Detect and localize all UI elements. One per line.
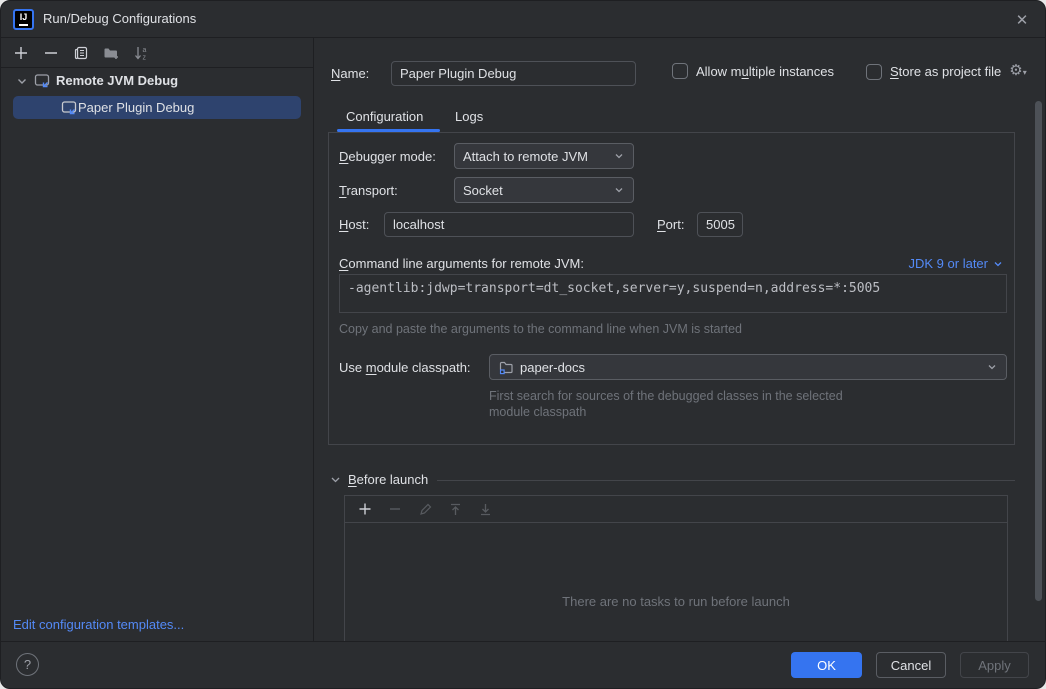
allow-multiple-instances-label: Allow multiple instances — [696, 64, 834, 79]
remove-task-button[interactable] — [385, 499, 405, 519]
host-input[interactable]: localhost — [384, 212, 634, 237]
add-configuration-button[interactable] — [11, 43, 31, 63]
move-down-icon[interactable] — [475, 499, 495, 519]
sort-alphabetically-icon[interactable]: a z — [131, 43, 151, 63]
configuration-tab-panel: Debugger mode: Attach to remote JVM Tran… — [328, 132, 1015, 445]
jdk-version-selector[interactable]: JDK 9 or later — [909, 256, 1004, 271]
store-as-project-file-label: Store as project file — [890, 64, 1001, 79]
allow-multiple-instances-checkbox[interactable]: Allow multiple instances — [672, 63, 834, 79]
transport-select[interactable]: Socket — [454, 177, 634, 203]
before-launch-label: Before launch — [348, 472, 428, 487]
store-settings-gear-icon[interactable]: ⚙▾ — [1009, 63, 1026, 80]
move-up-icon[interactable] — [445, 499, 465, 519]
tree-group-label: Remote JVM Debug — [56, 73, 178, 88]
configuration-editor: Name: Paper Plugin Debug Allow multiple … — [315, 38, 1046, 642]
module-classpath-hint-line1: First search for sources of the debugged… — [489, 389, 843, 403]
tree-item-label: Paper Plugin Debug — [78, 100, 194, 115]
apply-button: Apply — [960, 652, 1029, 678]
port-label: Port: — [657, 217, 684, 232]
module-classpath-select[interactable]: paper-docs — [489, 354, 1007, 380]
module-classpath-hint-line2: module classpath — [489, 405, 586, 419]
module-classpath-label: Use module classpath: — [339, 360, 471, 375]
checkbox-icon — [672, 63, 688, 79]
before-launch-empty-text: There are no tasks to run before launch — [345, 594, 1007, 609]
tree-item-paper-plugin-debug[interactable]: Paper Plugin Debug — [13, 96, 301, 119]
chevron-down-icon — [986, 361, 998, 373]
dialog-title: Run/Debug Configurations — [43, 11, 196, 26]
module-icon — [498, 360, 514, 375]
configurations-sidebar: a z Remote JVM Debug Paper Plugin Debug … — [1, 38, 314, 642]
transport-label: Transport: — [339, 183, 398, 198]
vertical-scrollbar[interactable] — [1035, 101, 1042, 601]
before-launch-toolbar — [345, 496, 1007, 523]
close-icon[interactable]: ✕ — [1011, 9, 1033, 31]
sidebar-toolbar: a z — [1, 38, 313, 68]
edit-task-icon[interactable] — [415, 499, 435, 519]
chevron-down-icon — [15, 74, 29, 88]
remote-jvm-debug-icon — [34, 73, 51, 88]
title-bar: IJ Run/Debug Configurations ✕ — [1, 1, 1045, 38]
before-launch-task-list: There are no tasks to run before launch — [344, 495, 1008, 642]
run-debug-configurations-dialog: IJ Run/Debug Configurations ✕ — [0, 0, 1046, 689]
store-as-project-file-checkbox[interactable]: Store as project file ⚙▾ — [866, 63, 1027, 80]
edit-configuration-templates-link[interactable]: Edit configuration templates... — [13, 617, 184, 632]
help-button[interactable]: ? — [16, 653, 39, 676]
before-launch-header[interactable]: Before launch — [329, 472, 428, 487]
port-input[interactable]: 5005 — [697, 212, 743, 237]
intellij-idea-icon: IJ — [13, 9, 34, 30]
add-task-button[interactable] — [355, 499, 375, 519]
chevron-down-icon — [992, 258, 1004, 270]
cancel-button[interactable]: Cancel — [876, 652, 946, 678]
command-line-arguments-label: Command line arguments for remote JVM: — [339, 256, 584, 271]
dialog-footer: ? OK Cancel Apply — [1, 641, 1045, 688]
svg-text:a: a — [142, 47, 146, 54]
tab-logs[interactable]: Logs — [455, 101, 483, 132]
name-input[interactable]: Paper Plugin Debug — [391, 61, 636, 86]
section-divider — [437, 480, 1015, 481]
host-label: Host: — [339, 217, 369, 232]
chevron-down-icon — [329, 473, 342, 486]
command-line-hint: Copy and paste the arguments to the comm… — [339, 322, 742, 336]
command-line-arguments-field[interactable]: -agentlib:jdwp=transport=dt_socket,serve… — [339, 274, 1007, 313]
tree-group-remote-jvm-debug[interactable]: Remote JVM Debug — [15, 73, 178, 88]
chevron-down-icon — [613, 184, 625, 196]
new-folder-icon[interactable] — [101, 43, 121, 63]
svg-text:z: z — [142, 54, 146, 61]
chevron-down-icon — [613, 150, 625, 162]
ok-button[interactable]: OK — [791, 652, 862, 678]
copy-configuration-icon[interactable] — [71, 43, 91, 63]
remove-configuration-button[interactable] — [41, 43, 61, 63]
remote-jvm-debug-icon — [61, 100, 78, 115]
debugger-mode-select[interactable]: Attach to remote JVM — [454, 143, 634, 169]
checkbox-icon — [866, 64, 882, 80]
tab-configuration[interactable]: Configuration — [346, 101, 423, 132]
name-label: Name: — [331, 66, 369, 81]
debugger-mode-label: Debugger mode: — [339, 149, 436, 164]
